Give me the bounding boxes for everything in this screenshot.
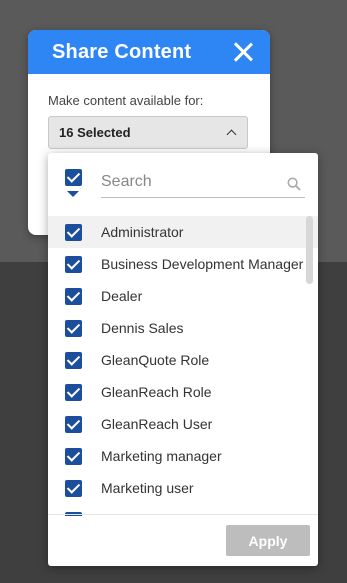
modal-header: Share Content (28, 30, 270, 74)
apply-button[interactable]: Apply (226, 525, 310, 556)
role-checkbox[interactable] (65, 287, 82, 305)
role-label: Dealer (101, 288, 143, 304)
select-all-caret-icon[interactable] (67, 191, 79, 197)
field-label: Make content available for: (48, 93, 204, 108)
list-item[interactable]: Administrator (48, 216, 318, 248)
role-label: GleanReach User (101, 416, 213, 432)
list-item[interactable]: GleanReach User (48, 408, 318, 440)
select-all-checkbox[interactable] (65, 169, 82, 186)
list-item[interactable]: GleanReach Role (48, 376, 318, 408)
chevron-up-icon (226, 129, 237, 140)
search-icon (287, 177, 301, 191)
list-item[interactable]: Marketing user (48, 472, 318, 504)
dropdown-header (48, 153, 318, 211)
search-field (101, 168, 305, 198)
role-checkbox[interactable] (65, 319, 82, 337)
role-checkbox[interactable] (65, 255, 82, 273)
list-item[interactable]: GleanQuote Role (48, 344, 318, 376)
role-label: GleanReach Role (101, 384, 212, 400)
role-list: Administrator Business Development Manag… (48, 216, 318, 516)
role-checkbox[interactable] (65, 383, 82, 401)
role-label: Dennis Sales (101, 320, 184, 336)
role-checkbox[interactable] (65, 415, 82, 433)
role-label: Marketing user (101, 480, 194, 496)
role-label: GleanQuote Role (101, 352, 210, 368)
role-checkbox[interactable] (65, 479, 82, 497)
list-item[interactable]: Business Development Manager (48, 248, 318, 280)
list-item[interactable]: Dennis Sales (48, 312, 318, 344)
modal-title: Share Content (52, 40, 192, 63)
role-label: Marketing manager (101, 448, 222, 464)
list-item[interactable]: Marketing manager (48, 440, 318, 472)
role-checkbox[interactable] (65, 447, 82, 465)
dropdown-footer: Apply (48, 514, 318, 566)
close-icon[interactable] (232, 41, 254, 63)
list-item[interactable]: Dealer (48, 280, 318, 312)
checkmark-icon (66, 169, 81, 183)
role-checkbox[interactable] (65, 351, 82, 369)
role-label: Administrator (101, 224, 184, 240)
scrollbar-thumb[interactable] (306, 216, 313, 284)
audience-select[interactable]: 16 Selected (48, 116, 248, 149)
role-label: Business Development Manager (101, 256, 304, 272)
audience-dropdown: Administrator Business Development Manag… (48, 153, 318, 566)
selected-count: 16 Selected (59, 125, 131, 140)
role-checkbox[interactable] (65, 223, 82, 241)
search-input[interactable] (101, 170, 276, 194)
